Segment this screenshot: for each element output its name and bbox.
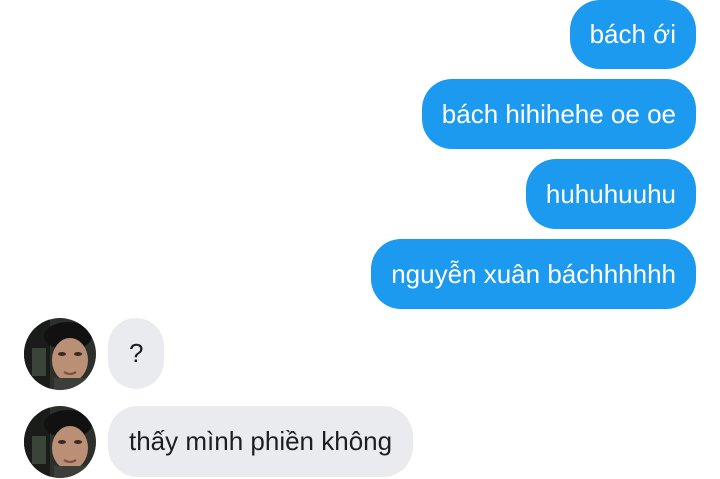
- avatar-photo-icon: [24, 406, 96, 478]
- outgoing-message[interactable]: nguyễn xuân báchhhhhh: [371, 239, 696, 309]
- avatar[interactable]: [24, 406, 96, 478]
- avatar-photo-icon: [24, 318, 96, 390]
- outgoing-message[interactable]: bách hihihehe oe oe: [421, 79, 696, 149]
- incoming-message[interactable]: thấy mình phiền không: [108, 406, 414, 477]
- outgoing-message[interactable]: huhuhuuhu: [525, 159, 696, 229]
- chat-thread: bách ới bách hihihehe oe oe huhuhuuhu ng…: [0, 0, 720, 479]
- outgoing-message[interactable]: bách ới: [569, 0, 696, 69]
- incoming-message[interactable]: ?: [108, 318, 165, 389]
- avatar[interactable]: [24, 318, 96, 390]
